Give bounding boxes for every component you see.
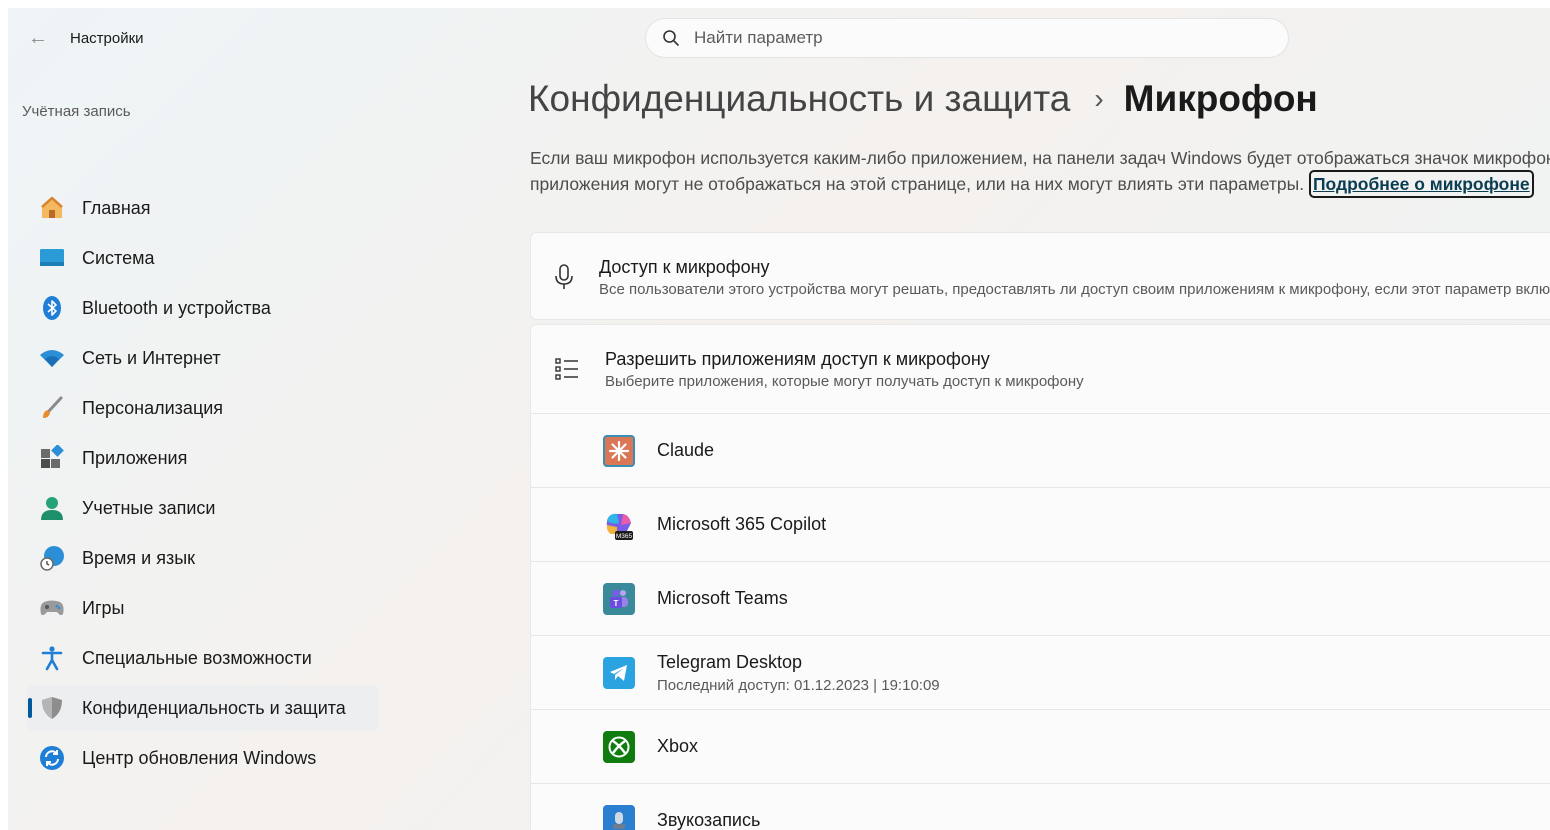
sidebar-item-gaming[interactable]: Игры [26,585,378,631]
sidebar-item-label: Персонализация [82,397,224,418]
sidebar-item-accessibility[interactable]: Специальные возможности [26,635,378,681]
update-icon [38,744,66,772]
sidebar-item-apps[interactable]: Приложения [26,435,378,481]
description-line-2: приложения могут не отображаться на этой… [530,170,1550,198]
search-box[interactable] [645,18,1289,58]
app-text: Microsoft Teams [657,588,788,609]
active-indicator [28,698,32,718]
sidebar-item-accounts[interactable]: Учетные записи [26,485,378,531]
sidebar-item-label: Центр обновления Windows [82,747,317,768]
recorder-icon [603,804,635,830]
app-text: Xbox [657,736,698,757]
apps-access-title: Разрешить приложениям доступ к микрофону [605,348,990,369]
page-description: Если ваш микрофон используется каким-либ… [530,146,1550,198]
chevron-right-icon: › [1094,83,1104,114]
gamepad-icon [38,594,66,622]
teams-icon: T [603,582,635,615]
sidebar-item-label: Время и язык [82,547,196,568]
app-text: Claude [657,440,714,461]
sidebar-item-label: Главная [82,197,151,218]
app-row-recorder[interactable]: Звукозапись [531,783,1550,830]
app-name: Microsoft Teams [657,588,788,608]
shield-icon [38,694,66,722]
app-name: Telegram Desktop [657,651,803,672]
learn-more-link[interactable]: Подробнее о микрофоне [1308,170,1534,198]
home-icon [38,194,66,222]
apps-access-subtitle: Выберите приложения, которые могут получ… [605,372,1084,390]
sidebar-item-windows-update[interactable]: Центр обновления Windows [26,735,378,781]
microphone-access-subtitle: Все пользователи этого устройства могут … [599,280,1550,298]
app-name: Microsoft 365 Copilot [657,514,827,534]
apps-access-text: Разрешить приложениям доступ к микрофону… [605,349,1084,390]
brush-icon [38,394,66,422]
sidebar-item-system[interactable]: Система [26,235,378,281]
app-text: Microsoft 365 Copilot [657,514,826,535]
user-icon [38,494,66,522]
sidebar-item-label: Учетные записи [82,497,216,518]
telegram-icon [603,656,635,689]
sidebar-item-label: Конфиденциальность и защита [82,697,346,718]
app-name: Звукозапись [657,810,761,830]
app-row-telegram[interactable]: Telegram Desktop Последний доступ: 01.12… [531,635,1550,709]
microphone-access-text: Доступ к микрофону Все пользователи этог… [599,257,1550,298]
description-line-1: Если ваш микрофон используется каким-либ… [530,148,1550,168]
breadcrumb-parent-link[interactable]: Конфиденциальность и защита [528,78,1070,120]
last-access-info: Последний доступ: 01.12.2023 | 19:10:09 [657,676,940,694]
settings-window: ← Настройки Учётная запись Главная Систе… [8,8,1550,830]
app-title: Настройки [70,30,144,47]
bluetooth-icon [38,294,66,322]
account-label: Учётная запись [22,103,131,120]
description-line-2-text: приложения могут не отображаться на этой… [530,174,1309,194]
app-name: Xbox [657,736,699,756]
sidebar-nav: Главная Система Bluetooth и устройства С… [26,185,378,785]
svg-text:T: T [614,599,619,608]
sidebar-item-personalization[interactable]: Персонализация [26,385,378,431]
accessibility-icon [38,644,66,672]
sidebar-item-label: Специальные возможности [82,647,312,668]
system-icon [38,244,66,272]
sidebar-item-bluetooth[interactable]: Bluetooth и устройства [26,285,378,331]
microphone-access-card[interactable]: Доступ к микрофону Все пользователи этог… [530,232,1550,320]
sidebar-item-time-language[interactable]: Время и язык [26,535,378,581]
back-button[interactable]: ← [24,26,52,50]
app-row-claude[interactable]: Claude [531,413,1550,487]
wifi-icon [38,344,66,372]
sidebar-item-label: Сеть и Интернет [82,347,221,368]
claude-icon [603,434,635,467]
xbox-icon [603,730,635,763]
page-title: Микрофон [1123,78,1318,119]
sidebar-item-label: Bluetooth и устройства [82,297,271,318]
sidebar-item-home[interactable]: Главная [26,185,378,231]
apps-access-card: Разрешить приложениям доступ к микрофону… [530,324,1550,830]
sidebar-item-network[interactable]: Сеть и Интернет [26,335,378,381]
breadcrumb: Конфиденциальность и защита › Микрофон [528,78,1318,120]
app-text: Telegram Desktop Последний доступ: 01.12… [657,652,940,694]
app-row-teams[interactable]: T Microsoft Teams [531,561,1550,635]
svg-text:M365: M365 [616,533,633,540]
globe-clock-icon [38,544,66,572]
app-row-xbox[interactable]: Xbox [531,709,1550,783]
microphone-icon [553,263,575,291]
sidebar-item-privacy[interactable]: Конфиденциальность и защита [26,685,378,731]
microphone-access-title: Доступ к микрофону [599,256,770,277]
back-arrow-icon: ← [28,27,48,49]
sidebar-item-label: Приложения [82,447,188,468]
list-icon [553,355,581,383]
sidebar-item-label: Система [82,247,155,268]
sidebar-item-label: Игры [82,597,125,618]
microphone-access-row[interactable]: Доступ к микрофону Все пользователи этог… [531,233,1550,321]
app-name: Claude [657,440,715,460]
search-input[interactable] [694,28,1254,48]
copilot-icon: M365 [603,509,635,541]
search-icon [663,30,679,46]
app-row-copilot[interactable]: M365 Microsoft 365 Copilot [531,487,1550,561]
apps-icon [38,444,66,472]
app-text: Звукозапись [657,810,760,830]
apps-access-row[interactable]: Разрешить приложениям доступ к микрофону… [531,325,1550,413]
